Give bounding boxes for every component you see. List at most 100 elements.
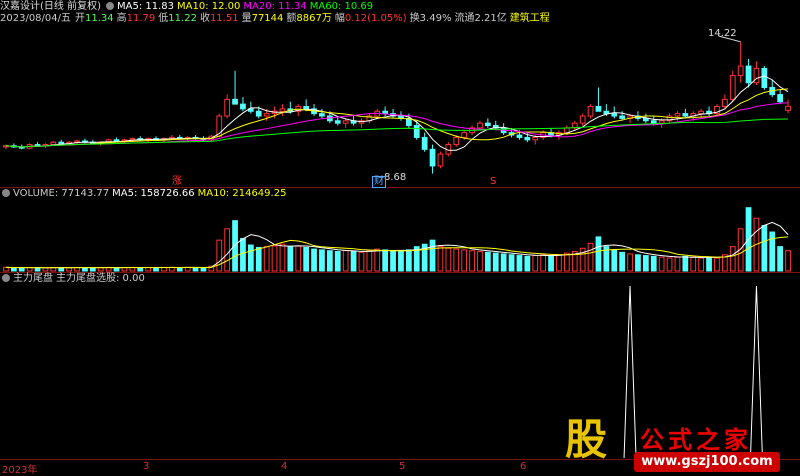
candle-body xyxy=(232,98,238,105)
volume-bar xyxy=(619,251,626,272)
time-axis-label-2: 4 xyxy=(281,461,288,472)
volume-bar xyxy=(453,248,460,272)
volume-bar xyxy=(279,243,286,272)
candle-body xyxy=(240,103,246,110)
volume-bar xyxy=(556,254,562,272)
volume-bar xyxy=(342,250,349,272)
time-axis-label-4: 6 xyxy=(520,461,527,472)
volume-bar xyxy=(3,266,9,272)
volume-bar xyxy=(611,249,618,272)
volume-bar xyxy=(650,255,657,272)
peak-label: 14.22 xyxy=(708,28,737,39)
volume-bar xyxy=(390,250,396,272)
ma10-line xyxy=(5,88,789,148)
volume-bar xyxy=(761,225,768,272)
volume-bar xyxy=(176,267,183,272)
volume-bar xyxy=(445,247,452,272)
candle-body xyxy=(785,105,791,111)
marker-zhang[interactable]: 涨 xyxy=(172,176,182,188)
candle-body xyxy=(334,120,341,124)
volume-bar xyxy=(295,245,302,272)
candle-body xyxy=(263,113,270,117)
candle-body xyxy=(50,141,57,146)
time-axis-label-3: 5 xyxy=(399,461,406,472)
volume-bar xyxy=(682,255,689,272)
candle-body xyxy=(413,125,420,138)
candle-body xyxy=(421,136,428,150)
volume-bar xyxy=(548,255,554,272)
candle-body xyxy=(682,113,689,117)
volume-bar xyxy=(255,246,262,272)
volume-bar xyxy=(10,267,17,272)
candle-body xyxy=(587,106,594,117)
candle-body xyxy=(674,113,681,117)
volume-bar xyxy=(540,254,547,272)
volume-bar xyxy=(477,251,483,272)
volume-bar xyxy=(532,255,539,272)
candle-body xyxy=(453,136,460,146)
volume-bar xyxy=(137,267,144,272)
marker-cai[interactable]: 财 xyxy=(372,176,386,188)
candle-body xyxy=(461,132,468,138)
volume-bar xyxy=(492,252,499,272)
candle-body xyxy=(777,94,784,103)
volume-bar xyxy=(42,267,49,272)
volume-bar xyxy=(658,256,665,272)
volume-bar xyxy=(674,256,681,272)
candle-body xyxy=(532,136,539,141)
candle-body xyxy=(342,120,349,124)
volume-bar xyxy=(666,257,673,272)
volume-bar xyxy=(224,228,231,272)
volume-bar xyxy=(326,250,333,272)
candle-body xyxy=(129,138,136,141)
volume-bar xyxy=(587,242,594,272)
volume-bar xyxy=(240,238,246,272)
candle-body xyxy=(595,106,602,112)
volume-bar xyxy=(200,267,207,272)
candle-body xyxy=(579,115,586,124)
candle-body xyxy=(477,122,483,129)
candle-body xyxy=(619,115,626,119)
low-label: 8.68 xyxy=(384,172,407,183)
candle-body xyxy=(721,98,728,108)
candle-body xyxy=(737,65,744,77)
volume-bar xyxy=(18,267,25,272)
volume-bar xyxy=(58,267,65,272)
volume-bar xyxy=(34,267,41,272)
indicator-spike xyxy=(623,285,637,459)
volume-bar xyxy=(192,267,199,272)
candle-body xyxy=(437,153,444,167)
volume-bar xyxy=(706,256,712,272)
candle-body xyxy=(698,110,705,115)
ma5-line xyxy=(5,75,789,151)
volume-bar xyxy=(500,253,507,272)
indicator-spike xyxy=(749,285,763,459)
volume-bar xyxy=(247,244,254,272)
volume-bar xyxy=(232,220,238,272)
volume-bar xyxy=(595,236,602,272)
watermark-text: 公式之家 xyxy=(640,426,752,454)
candle-body xyxy=(382,110,389,115)
volume-bar xyxy=(89,267,96,272)
volume-bar xyxy=(642,255,649,272)
volume-bar xyxy=(366,250,373,272)
volume-bar xyxy=(508,254,515,272)
volume-bar xyxy=(153,267,159,272)
volume-bar xyxy=(461,249,468,272)
volume-bar xyxy=(271,245,278,272)
stock-chart[interactable] xyxy=(0,0,800,475)
candle-body xyxy=(319,113,325,117)
candle-body xyxy=(303,106,310,110)
volume-bar xyxy=(216,239,223,272)
volume-bar xyxy=(627,253,633,272)
marker-s[interactable]: S xyxy=(490,176,496,188)
volume-bar xyxy=(405,249,412,272)
volume-bar xyxy=(350,251,357,272)
volume-bar xyxy=(714,257,720,272)
volume-bar xyxy=(303,246,310,272)
time-axis-label-1: 3 xyxy=(143,461,150,472)
candle-body xyxy=(224,98,231,117)
candle-body xyxy=(563,127,570,134)
candle-body xyxy=(658,120,665,124)
candle-body xyxy=(729,75,736,100)
